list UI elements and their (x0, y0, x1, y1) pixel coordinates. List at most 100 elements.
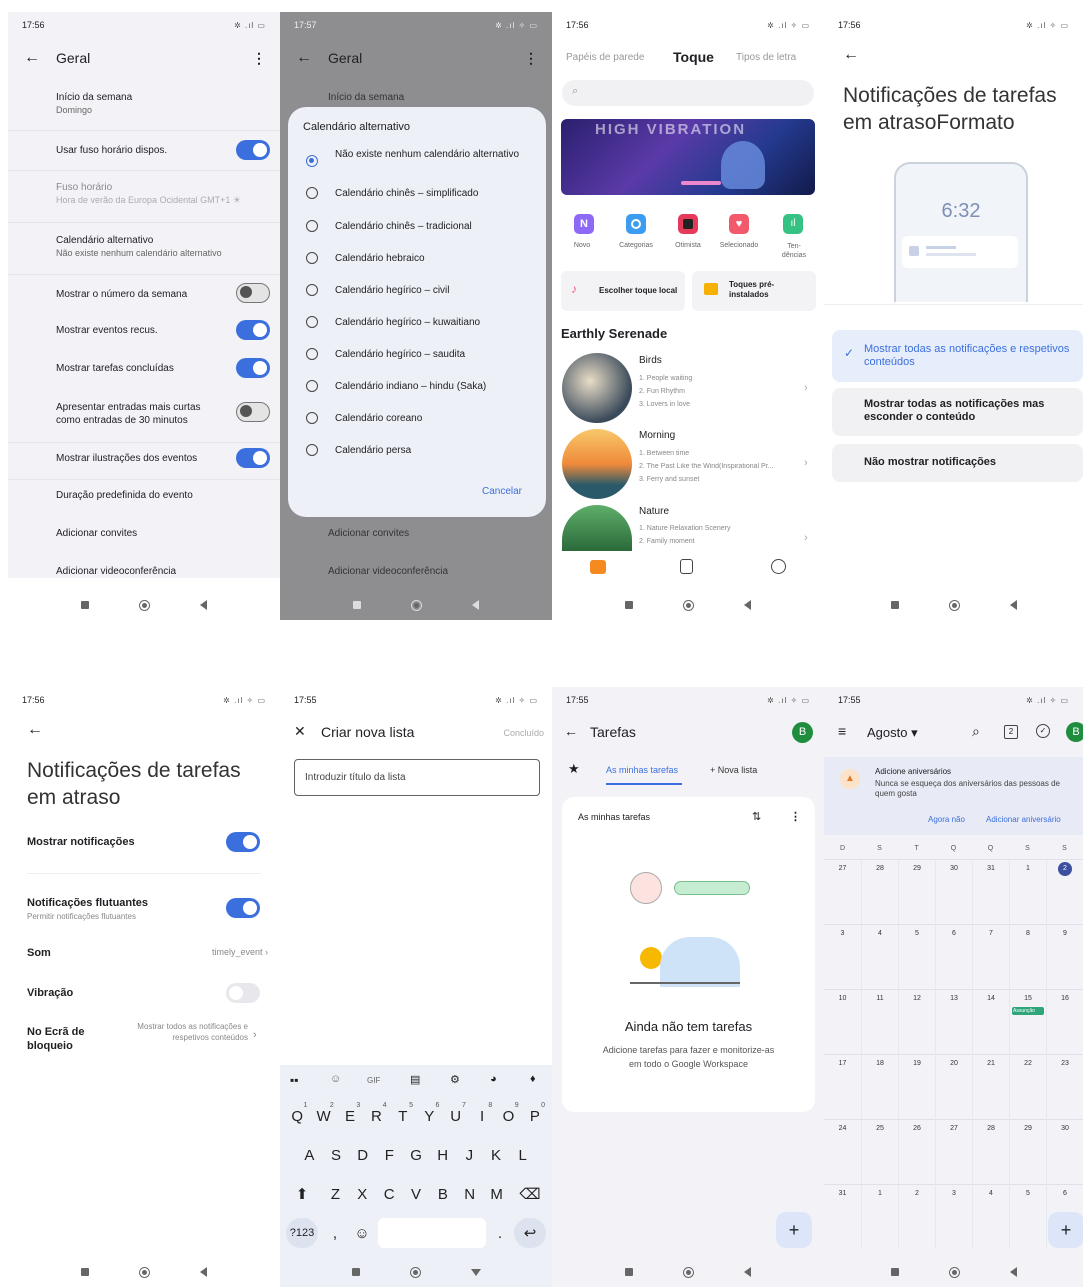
back-icon[interactable] (200, 1267, 207, 1277)
home-icon[interactable] (139, 1266, 150, 1278)
key-c[interactable]: C (376, 1179, 403, 1209)
key-h[interactable]: H (429, 1140, 456, 1170)
birds-artwork[interactable] (562, 353, 632, 423)
day-cell[interactable]: 31 (824, 1184, 861, 1249)
chevron-right-icon[interactable]: › (804, 532, 808, 544)
day-cell[interactable]: 3 (935, 1184, 972, 1249)
key-k[interactable]: K (483, 1140, 510, 1170)
palette-icon[interactable]: ◕ (490, 1073, 497, 1085)
key-w[interactable]: W2 (310, 1101, 336, 1131)
preinstalled-ringtones-button[interactable]: Toques pré-instalados (692, 271, 816, 311)
enter-key[interactable]: ↩ (514, 1218, 546, 1248)
back-icon[interactable] (744, 600, 751, 610)
library-tab-icon[interactable] (680, 559, 693, 574)
key-o[interactable]: O9 (495, 1101, 521, 1131)
trends-chart-icon[interactable]: ıl (783, 214, 803, 234)
playlist-title[interactable]: Birds (639, 355, 662, 366)
day-cell[interactable]: 11 (861, 989, 898, 1054)
tab-new-list[interactable]: + Nova lista (710, 765, 757, 775)
avatar[interactable]: B (1066, 722, 1083, 742)
day-cell[interactable]: 4 (861, 924, 898, 989)
key-e[interactable]: E3 (337, 1101, 363, 1131)
day-cell[interactable]: 6 (935, 924, 972, 989)
recents-icon[interactable] (351, 1268, 360, 1276)
not-now-button[interactable]: Agora não (928, 815, 965, 824)
setting-add-invites[interactable]: Adicionar convites (56, 528, 137, 539)
day-cell[interactable]: 17 (824, 1054, 861, 1119)
morning-artwork[interactable] (562, 429, 632, 499)
sort-icon[interactable]: ⇅ (752, 810, 761, 823)
back-icon[interactable] (744, 1267, 751, 1277)
toggle-declined-events[interactable] (236, 320, 270, 340)
home-icon[interactable] (948, 1266, 960, 1278)
day-cell[interactable]: 15 Assunção (1009, 989, 1046, 1054)
toggle-floating[interactable] (226, 898, 260, 918)
option-label[interactable]: Calendário coreano (335, 413, 422, 424)
sticker-icon[interactable]: ☺ (330, 1073, 341, 1085)
month-selector[interactable]: Agosto ▾ (867, 725, 918, 741)
tab-wallpapers[interactable]: Papéis de parede (566, 52, 644, 63)
day-cell[interactable]: 20 (935, 1054, 972, 1119)
backspace-key[interactable]: ⌫ (516, 1179, 544, 1209)
option-hide-content[interactable]: Mostrar todas as notificações mas escond… (832, 388, 1083, 436)
back-arrow-icon[interactable]: ← (27, 721, 43, 739)
tab-my-tasks[interactable]: As minhas tarefas (606, 765, 678, 775)
option-show-all-content[interactable]: ✓ Mostrar todas as notificações e respeti… (832, 330, 1083, 382)
day-cell[interactable]: 22 (1009, 1054, 1046, 1119)
setting-default-duration[interactable]: Duração predefinida do evento (56, 490, 193, 501)
toggle-show-notifications[interactable] (226, 832, 260, 852)
radio-option[interactable] (306, 187, 318, 199)
recents-icon[interactable] (81, 1268, 89, 1276)
day-cell[interactable]: 25 (861, 1119, 898, 1184)
done-button[interactable]: Concluído (503, 728, 544, 738)
option-label[interactable]: Calendário hegírico – civil (335, 285, 450, 296)
sound-value[interactable]: timely_event › (212, 947, 268, 957)
gif-button[interactable]: GIF (367, 1076, 380, 1085)
clipboard-icon[interactable]: ▤ (410, 1073, 420, 1086)
radio-option[interactable] (306, 284, 318, 296)
home-icon[interactable] (409, 1266, 421, 1278)
optimistic-icon[interactable] (678, 214, 698, 234)
key-v[interactable]: V (403, 1179, 430, 1209)
day-cell[interactable]: 30 (935, 859, 972, 924)
chevron-right-icon[interactable]: › (804, 382, 808, 394)
more-options-icon[interactable]: ⋮ (252, 50, 266, 67)
tab-fonts[interactable]: Tipos de letra (736, 52, 796, 63)
key-m[interactable]: M (483, 1179, 510, 1209)
playlist-title[interactable]: Morning (639, 430, 675, 441)
key-j[interactable]: J (456, 1140, 483, 1170)
cancel-button[interactable]: Cancelar (482, 486, 522, 497)
menu-icon[interactable]: ≡ (838, 723, 846, 739)
day-cell[interactable]: 30 (1046, 1119, 1083, 1184)
key-f[interactable]: F (376, 1140, 403, 1170)
key-r[interactable]: R4 (363, 1101, 389, 1131)
radio-option-selected[interactable] (306, 155, 318, 167)
radio-option[interactable] (306, 444, 318, 456)
day-cell[interactable]: 29 (1009, 1119, 1046, 1184)
space-key[interactable] (378, 1218, 486, 1248)
day-cell[interactable]: 2 (898, 1184, 935, 1249)
key-d[interactable]: D (349, 1140, 376, 1170)
key-q[interactable]: Q1 (284, 1101, 310, 1131)
local-ringtone-button[interactable]: ♪ Escolher toque local (561, 271, 685, 311)
option-label[interactable]: Calendário chinês – tradicional (335, 221, 472, 232)
day-cell[interactable]: 27 (824, 859, 861, 924)
day-cell[interactable]: 10 (824, 989, 861, 1054)
back-arrow-icon[interactable]: ← (24, 49, 40, 67)
option-no-notifications[interactable]: Não mostrar notificações (832, 444, 1083, 482)
day-cell[interactable]: 1 (1009, 859, 1046, 924)
back-icon[interactable] (1009, 1267, 1017, 1277)
list-title-input[interactable]: Introduzir título da lista (294, 759, 540, 796)
day-cell[interactable]: 8 (1009, 924, 1046, 989)
categories-icon[interactable] (626, 214, 646, 234)
emoji-key[interactable]: ☺ (350, 1218, 374, 1248)
toggle-event-illustrations[interactable] (236, 448, 270, 468)
day-cell[interactable]: 4 (972, 1184, 1009, 1249)
home-icon[interactable] (683, 599, 694, 611)
option-label[interactable]: Calendário hebraico (335, 253, 425, 264)
selected-heart-icon[interactable]: ♥ (729, 214, 749, 234)
more-options-icon[interactable]: ⋮ (524, 50, 538, 67)
day-cell[interactable]: 12 (898, 989, 935, 1054)
setting-sound[interactable]: Som (27, 947, 51, 959)
recents-icon[interactable] (890, 1268, 899, 1276)
